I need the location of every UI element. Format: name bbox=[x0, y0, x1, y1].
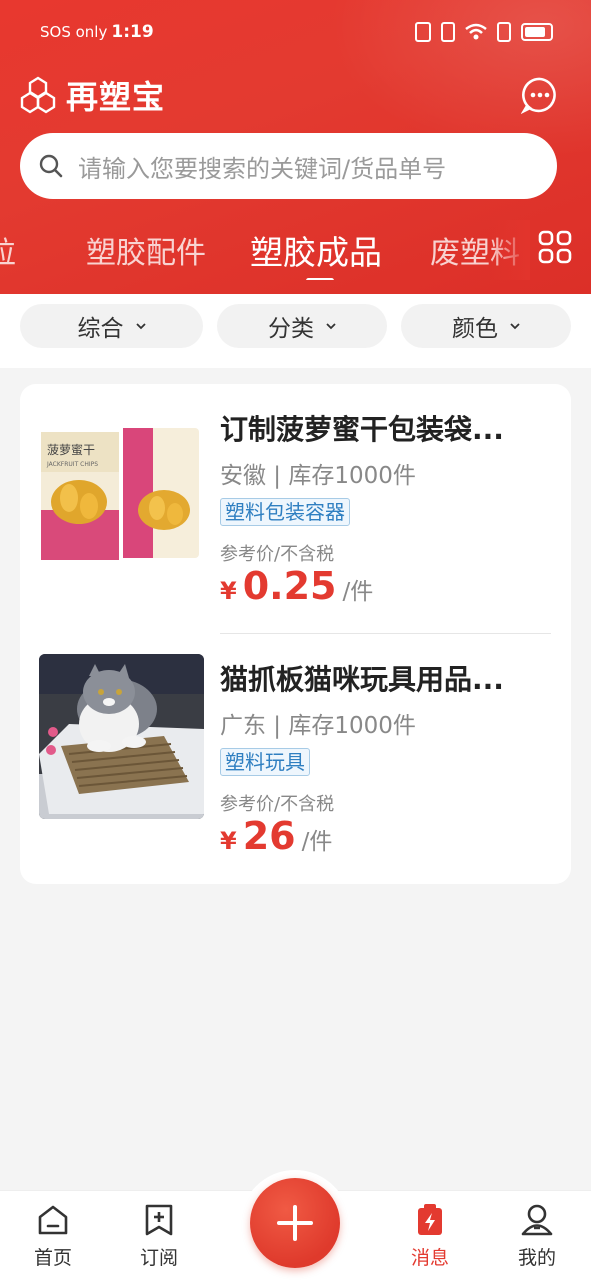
nav-label: 我的 bbox=[517, 1247, 556, 1269]
search-bar[interactable]: 请输入您要搜索的关键词/货品单号 bbox=[20, 133, 557, 199]
product-tag: 塑料包装容器 bbox=[220, 498, 350, 526]
nav-label: 首页 bbox=[33, 1247, 72, 1269]
tabs-fade bbox=[490, 220, 530, 280]
filter-color[interactable]: 颜色 bbox=[401, 304, 571, 348]
brand: 再塑宝 bbox=[20, 72, 165, 118]
product-price: ¥ 26 /件 bbox=[220, 814, 332, 858]
product-price: ¥ 0.25 /件 bbox=[220, 564, 373, 608]
price-value: 26 bbox=[242, 814, 296, 858]
product-list: 菠萝蜜干 JACKFRUIT CHIPS 订制菠萝蜜干包装袋... 安徽 | 库… bbox=[20, 384, 571, 884]
tab-plastic-parts[interactable]: 塑胶配件 bbox=[86, 228, 206, 272]
active-tab-indicator bbox=[306, 278, 334, 280]
tab-pellets[interactable]: 粒 bbox=[0, 228, 16, 272]
search-icon bbox=[39, 154, 63, 178]
grid-icon[interactable] bbox=[538, 230, 572, 264]
package-sublabel: JACKFRUIT CHIPS bbox=[46, 461, 98, 468]
package-label: 菠萝蜜干 bbox=[47, 442, 95, 457]
status-icons bbox=[415, 22, 553, 42]
logo-icon bbox=[20, 76, 56, 114]
product-tag: 塑料玩具 bbox=[220, 748, 310, 776]
product-title[interactable]: 订制菠萝蜜干包装袋... bbox=[220, 408, 504, 448]
nav-profile[interactable]: 我的 bbox=[502, 1203, 572, 1270]
wifi-icon bbox=[465, 23, 487, 40]
home-icon bbox=[38, 1205, 68, 1235]
clipboard-bolt-icon bbox=[418, 1204, 442, 1235]
chevron-down-icon bbox=[326, 323, 336, 330]
product-image[interactable] bbox=[39, 654, 204, 819]
price-note: 参考价/不含税 bbox=[220, 794, 335, 815]
vibrate-icon bbox=[441, 22, 455, 42]
nav-label: 消息 bbox=[410, 1247, 449, 1269]
nav-subscribe[interactable]: 订阅 bbox=[124, 1203, 194, 1270]
alert-icon bbox=[497, 22, 511, 42]
user-icon bbox=[521, 1204, 553, 1236]
status-time: 1:19 bbox=[111, 22, 154, 42]
chevron-down-icon bbox=[135, 323, 146, 330]
price-note: 参考价/不含税 bbox=[220, 544, 335, 565]
app-header: SOS only 1:19 再塑宝 请输入您要搜索的关键词/货品单号 粒 塑胶配… bbox=[0, 0, 591, 294]
product-meta: 广东 | 库存1000件 bbox=[220, 713, 416, 739]
brand-name: 再塑宝 bbox=[66, 78, 166, 116]
product-item[interactable]: 菠萝蜜干 JACKFRUIT CHIPS 订制菠萝蜜干包装袋... 安徽 | 库… bbox=[20, 384, 571, 634]
price-value: 0.25 bbox=[242, 564, 337, 608]
nav-label: 订阅 bbox=[139, 1247, 178, 1269]
filter-comprehensive[interactable]: 综合 bbox=[20, 304, 203, 348]
status-left: SOS only 1:19 bbox=[40, 22, 154, 42]
status-bar: SOS only 1:19 bbox=[0, 0, 591, 64]
chat-icon[interactable] bbox=[521, 76, 559, 114]
product-item[interactable]: 猫抓板猫咪玩具用品... 广东 | 库存1000件 塑料玩具 参考价/不含税 ¥… bbox=[20, 634, 571, 884]
price-currency: ¥ bbox=[220, 827, 237, 855]
filter-label: 综合 bbox=[77, 316, 124, 342]
filter-category[interactable]: 分类 bbox=[217, 304, 387, 348]
filter-label: 颜色 bbox=[452, 316, 498, 342]
filter-bar: 综合 分类 颜色 bbox=[0, 294, 591, 368]
carrier-text: SOS only bbox=[40, 23, 108, 41]
price-currency: ¥ bbox=[220, 577, 237, 605]
product-image[interactable]: 菠萝蜜干 JACKFRUIT CHIPS bbox=[39, 420, 204, 585]
tab-plastic-products[interactable]: 塑胶成品 bbox=[250, 226, 382, 274]
category-tabs: 粒 塑胶配件 塑胶成品 废塑料 bbox=[0, 220, 530, 280]
chevron-down-icon bbox=[510, 323, 520, 330]
nav-home[interactable]: 首页 bbox=[18, 1203, 88, 1270]
product-title[interactable]: 猫抓板猫咪玩具用品... bbox=[220, 658, 504, 698]
price-unit: /件 bbox=[301, 829, 333, 855]
nfc-icon bbox=[415, 22, 431, 42]
bookmark-plus-icon bbox=[145, 1204, 173, 1236]
plus-icon bbox=[277, 1205, 313, 1241]
jackfruit-package-image: 菠萝蜜干 JACKFRUIT CHIPS bbox=[39, 420, 204, 585]
nav-messages[interactable]: 消息 bbox=[395, 1203, 465, 1270]
cat-scratcher-image bbox=[39, 654, 204, 819]
filter-label: 分类 bbox=[268, 316, 314, 342]
search-input[interactable]: 请输入您要搜索的关键词/货品单号 bbox=[78, 149, 446, 184]
add-button[interactable] bbox=[250, 1178, 340, 1268]
product-meta: 安徽 | 库存1000件 bbox=[220, 463, 416, 489]
price-unit: /件 bbox=[342, 579, 374, 605]
battery-icon bbox=[521, 23, 553, 41]
